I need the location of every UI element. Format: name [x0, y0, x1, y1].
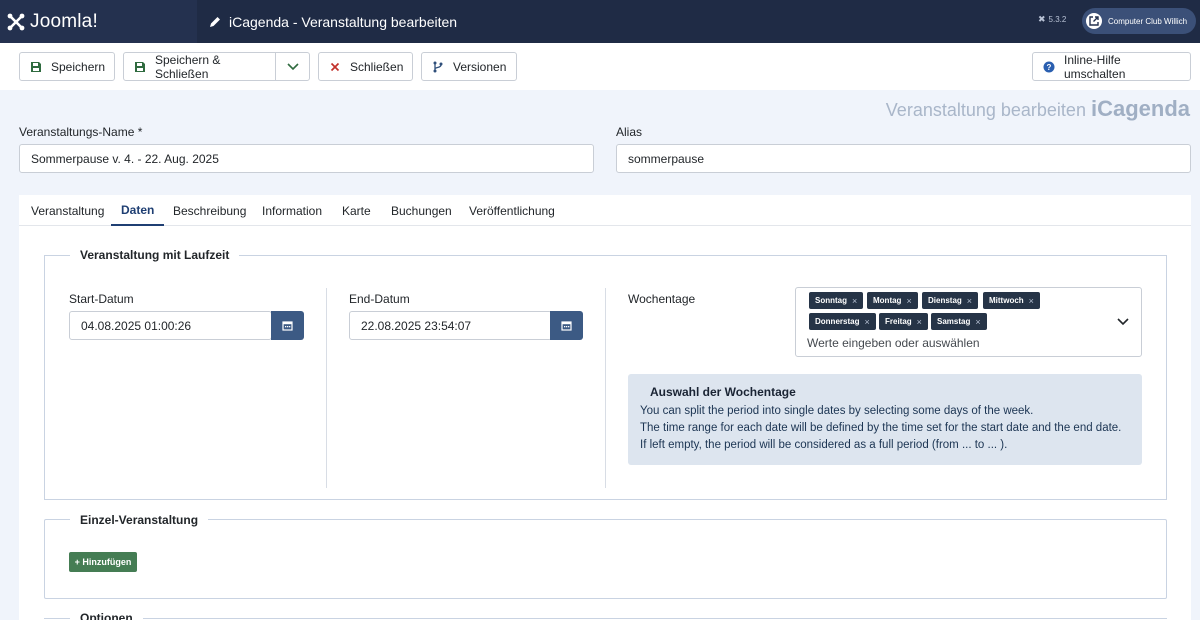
weekday-chip[interactable]: Mittwoch × — [983, 292, 1040, 309]
weekdays-info-box: Auswahl der Wochentage You can split the… — [628, 374, 1142, 465]
event-name-label: Veranstaltungs-Name * — [19, 125, 143, 139]
tab-daten[interactable]: Daten — [111, 195, 165, 226]
tab-information[interactable]: Information — [262, 195, 322, 226]
close-icon — [329, 61, 341, 73]
info-line: If left empty, the period will be consid… — [640, 439, 1008, 451]
single-event-legend: Einzel-Veranstaltung — [70, 513, 209, 527]
weekday-chip[interactable]: Samstag × — [931, 313, 987, 330]
info-line: You can split the period into single dat… — [640, 405, 1034, 417]
start-date-label: Start-Datum — [69, 292, 134, 306]
weekday-chip-label: Montag — [873, 296, 902, 305]
page-title: iCagenda - Veranstaltung bearbeiten — [208, 0, 457, 43]
end-date-input[interactable]: 22.08.2025 23:54:07 — [349, 311, 552, 340]
weekday-chip-label: Mittwoch — [989, 296, 1024, 305]
alias-label: Alias — [616, 125, 643, 139]
remove-chip-icon[interactable]: × — [864, 317, 869, 327]
start-date-calendar-button[interactable] — [271, 311, 304, 340]
inline-help-toggle-button[interactable]: ? Inline-Hilfe umschalten — [1032, 52, 1191, 81]
save-dropdown-toggle[interactable] — [275, 52, 310, 81]
calendar-icon — [561, 321, 572, 331]
weekdays-dropdown-toggle[interactable] — [1105, 288, 1141, 356]
tab-beschreibung[interactable]: Beschreibung — [173, 195, 246, 226]
calendar-icon — [282, 321, 293, 331]
save-icon — [30, 61, 42, 73]
column-divider — [326, 288, 327, 488]
weekday-chip-label: Donnerstag — [815, 317, 860, 326]
weekdays-select[interactable]: Sonntag × Montag × Dienstag × Mittwoch × Don… — [795, 287, 1142, 357]
save-close-button[interactable]: Speichern & Schließen — [123, 52, 276, 81]
close-button[interactable]: Schließen — [318, 52, 413, 81]
info-title: Auswahl der Wochentage — [650, 385, 796, 399]
remove-chip-icon[interactable]: × — [917, 317, 922, 327]
component-heading-prefix: Veranstaltung bearbeiten — [885, 100, 1086, 120]
single-event-fieldset — [44, 519, 1167, 599]
remove-chip-icon[interactable]: × — [975, 317, 980, 327]
component-heading: Veranstaltung bearbeiten iCagenda — [886, 96, 1190, 122]
version-info: ✖ 5.3.2 — [1038, 14, 1066, 25]
column-divider — [605, 288, 606, 488]
versions-button[interactable]: Versionen — [421, 52, 517, 81]
weekdays-search-input[interactable]: Werte eingeben oder auswählen — [807, 336, 980, 350]
options-legend: Optionen — [70, 611, 143, 620]
joomla-logo-icon — [7, 13, 25, 30]
alias-input[interactable]: sommerpause — [616, 144, 1191, 173]
tab-veranstaltung[interactable]: Veranstaltung — [31, 195, 104, 226]
external-link-icon — [1086, 13, 1102, 29]
version-number: 5.3.2 — [1048, 15, 1067, 24]
inline-help-label: Inline-Hilfe umschalten — [1064, 52, 1126, 81]
view-site-button[interactable]: Computer Club Willich — [1082, 8, 1196, 34]
remove-chip-icon[interactable]: × — [852, 296, 857, 306]
weekdays-label: Wochentage — [628, 292, 696, 306]
weekday-chip[interactable]: Dienstag × — [922, 292, 979, 309]
branch-icon — [432, 61, 444, 73]
tab-bar: Veranstaltung Daten Beschreibung Informa… — [19, 195, 1191, 226]
help-icon: ? — [1043, 61, 1055, 73]
end-date-calendar-button[interactable] — [550, 311, 583, 340]
page-title-text: iCagenda - Veranstaltung bearbeiten — [229, 13, 458, 30]
save-close-label: Speichern & Schließen — [155, 52, 221, 81]
save-button[interactable]: Speichern — [19, 52, 115, 81]
site-name: Computer Club Willich — [1108, 16, 1188, 26]
event-name-input[interactable]: Sommerpause v. 4. - 22. Aug. 2025 — [19, 144, 594, 173]
pencil-icon — [210, 16, 220, 27]
toolbar: Speichern Speichern & Schließen Schließe… — [0, 43, 1200, 90]
svg-text:?: ? — [1047, 63, 1052, 72]
remove-chip-icon[interactable]: × — [1029, 296, 1034, 306]
save-icon — [134, 61, 146, 73]
weekday-chip[interactable]: Sonntag × — [809, 292, 864, 309]
close-label: Schließen — [350, 59, 404, 74]
brand-logo-link[interactable]: Joomla! — [0, 0, 197, 43]
chevron-down-icon — [1117, 318, 1129, 326]
start-date-input[interactable]: 04.08.2025 01:00:26 — [69, 311, 272, 340]
component-name: iCagenda — [1090, 96, 1190, 121]
weekday-chip[interactable]: Montag × — [867, 292, 918, 309]
tab-buchungen[interactable]: Buchungen — [391, 195, 452, 226]
weekday-chip[interactable]: Donnerstag × — [809, 313, 876, 330]
remove-chip-icon[interactable]: × — [906, 296, 911, 306]
weekday-chip-label: Samstag — [937, 317, 971, 326]
save-label: Speichern — [51, 59, 106, 74]
versions-label: Versionen — [453, 59, 507, 74]
chevron-down-icon — [286, 62, 299, 70]
weekday-chip[interactable]: Freitag × — [879, 313, 928, 330]
weekday-chip-label: Dienstag — [928, 296, 962, 305]
joomla-small-icon: ✖ — [1038, 14, 1046, 24]
weekday-chip-label: Sonntag — [815, 296, 847, 305]
period-legend: Veranstaltung mit Laufzeit — [70, 248, 240, 262]
weekday-chip-label: Freitag — [885, 317, 912, 326]
tab-veroeffentlichung[interactable]: Veröffentlichung — [469, 195, 555, 226]
brand-name: Joomla! — [30, 10, 98, 32]
top-header: Joomla! iCagenda - Veranstaltung bearbei… — [0, 0, 1200, 43]
add-single-date-button[interactable]: + Hinzufügen — [69, 552, 137, 572]
end-date-label: End-Datum — [349, 292, 410, 306]
remove-chip-icon[interactable]: × — [967, 296, 972, 306]
info-line: The time range for each date will be def… — [640, 422, 1122, 434]
tab-karte[interactable]: Karte — [342, 195, 371, 226]
